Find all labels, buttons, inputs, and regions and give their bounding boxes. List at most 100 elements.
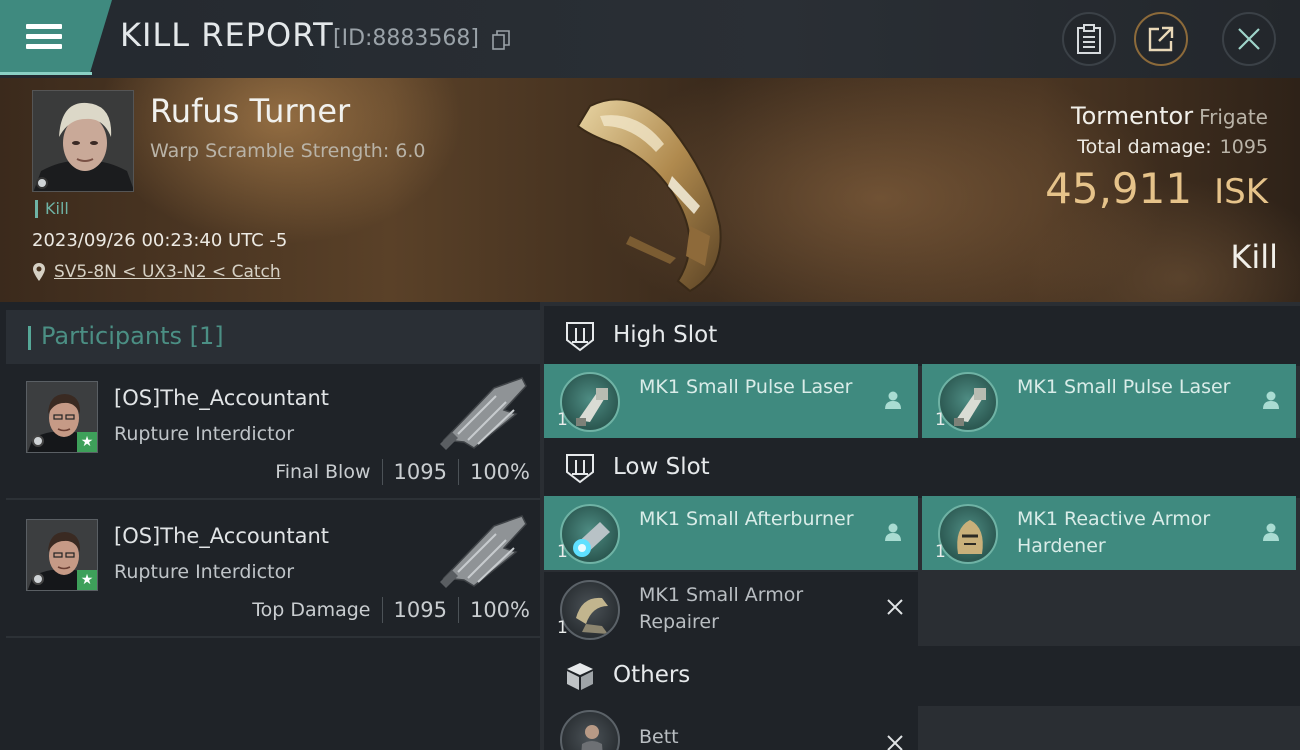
star-icon: ★ [77, 570, 97, 590]
module-quantity: 1 [557, 618, 568, 638]
module-card[interactable]: 1 MK1 Small Pulse Laser [544, 364, 918, 438]
participants-count: [1] [189, 322, 224, 350]
participant-role: Final Blow [275, 461, 371, 483]
module-name: MK1 Reactive Armor Hardener [1017, 508, 1211, 557]
menu-button[interactable] [0, 0, 112, 74]
module-name: MK1 Small Afterburner [639, 508, 854, 530]
participant-ship: Rupture Interdictor [114, 423, 294, 445]
participant-name[interactable]: [OS]The_Accountant [114, 524, 329, 548]
others-header: Others [544, 646, 1300, 706]
total-damage-value: 1095 [1219, 136, 1268, 158]
clipboard-button[interactable] [1062, 12, 1116, 66]
victim-name[interactable]: Rufus Turner [150, 92, 350, 130]
kill-result: Kill [1230, 238, 1278, 276]
victim-ship-name[interactable]: Tormentor [1071, 102, 1193, 130]
isk-value: 45,911 [1045, 164, 1193, 213]
kill-location[interactable]: SV5-8N < UX3-N2 < Catch [32, 262, 281, 282]
armor-repairer-icon [560, 580, 620, 640]
victim-ship-image [576, 98, 722, 293]
participant-damage: 1095 [393, 460, 447, 484]
participant-ship-image[interactable] [434, 370, 530, 452]
module-card[interactable]: Bett [544, 702, 918, 750]
participants-header: Participants [1] [6, 310, 540, 364]
low-slot-label: Low Slot [613, 454, 710, 480]
person-icon [1263, 523, 1279, 541]
module-quantity: 1 [557, 410, 568, 430]
top-bar: KILL REPORT [ID:8883568] [0, 0, 1300, 78]
module-name: MK1 Small Armor Repairer [639, 584, 804, 633]
participant-stats: Top Damage 1095 100% [252, 597, 530, 623]
participant-row[interactable]: ★ [OS]The_Accountant Rupture Interdictor… [6, 364, 540, 500]
victim-portrait[interactable] [32, 90, 134, 192]
stats-divider [381, 597, 383, 623]
pulse-laser-icon [938, 372, 998, 432]
close-icon [1238, 28, 1260, 50]
stats-divider [457, 459, 459, 485]
star-icon: ★ [77, 432, 97, 452]
stats-divider [381, 459, 383, 485]
stats-divider [457, 597, 459, 623]
module-name: Bett [639, 726, 679, 748]
total-damage-label: Total damage: [1077, 136, 1212, 158]
fitting-panel: High Slot 1 MK1 Small Pulse Laser 1 MK1 … [540, 302, 1300, 750]
victim-banner: Rufus Turner Warp Scramble Strength: 6.0… [0, 78, 1300, 302]
module-card[interactable]: 1 MK1 Small Afterburner [544, 496, 918, 570]
kill-datetime: 2023/09/26 00:23:40 UTC -5 [32, 230, 288, 251]
isk-unit: ISK [1214, 172, 1268, 212]
participant-avatar[interactable]: ★ [26, 381, 98, 453]
participant-avatar[interactable]: ★ [26, 519, 98, 591]
location-pin-icon [33, 263, 45, 281]
hamburger-icon [26, 24, 62, 50]
module-card[interactable]: 1 MK1 Small Pulse Laser [922, 364, 1296, 438]
corporation-icon [32, 435, 44, 447]
clipboard-icon [1077, 24, 1101, 54]
person-icon [885, 391, 901, 409]
person-icon [1263, 391, 1279, 409]
low-slot-header: Low Slot [544, 438, 1300, 498]
warp-scramble-strength: Warp Scramble Strength: 6.0 [150, 140, 426, 162]
copy-icon[interactable] [492, 30, 510, 50]
menu-accent-line [0, 72, 92, 75]
close-button[interactable] [1222, 12, 1276, 66]
kill-tag: Kill [35, 200, 69, 218]
victim-ship-class: Frigate [1199, 105, 1268, 129]
armor-hardener-icon [938, 504, 998, 564]
pulse-laser-icon [560, 372, 620, 432]
person-icon [885, 523, 901, 541]
low-slot-icon [566, 454, 594, 484]
module-card[interactable]: 1 MK1 Small Armor Repairer [544, 572, 918, 646]
high-slot-label: High Slot [613, 322, 718, 348]
participants-label: Participants [41, 322, 182, 350]
victim-avatar [33, 91, 133, 191]
participant-damage: 1095 [393, 598, 447, 622]
module-name: MK1 Small Pulse Laser [1017, 376, 1231, 398]
participants-accent-bar [28, 326, 31, 350]
module-card[interactable]: 1 MK1 Reactive Armor Hardener [922, 496, 1296, 570]
module-name: MK1 Small Pulse Laser [639, 376, 853, 398]
participants-panel: Participants [1] ★ [OS]The_Accountant Ru… [0, 302, 540, 750]
participant-ship-image[interactable] [434, 508, 530, 590]
participant-stats: Final Blow 1095 100% [275, 459, 530, 485]
high-slot-header: High Slot [544, 306, 1300, 366]
module-quantity: 1 [557, 542, 568, 562]
participant-ship: Rupture Interdictor [114, 561, 294, 583]
ship-summary: Tormentor Frigate Total damage: 1095 45,91… [1045, 102, 1268, 213]
participant-percent: 100% [469, 460, 530, 484]
location-link[interactable]: SV5-8N < UX3-N2 < Catch [54, 262, 281, 282]
participant-role: Top Damage [252, 599, 371, 621]
page-title: KILL REPORT [120, 16, 334, 54]
cube-icon [567, 663, 593, 690]
module-quantity: 1 [935, 542, 946, 562]
share-button[interactable] [1134, 12, 1188, 66]
participant-percent: 100% [469, 598, 530, 622]
high-slot-icon [566, 322, 594, 352]
participant-row[interactable]: ★ [OS]The_Accountant Rupture Interdictor… [6, 502, 540, 638]
destroyed-x-icon [887, 735, 903, 750]
participant-name[interactable]: [OS]The_Accountant [114, 386, 329, 410]
module-quantity: 1 [935, 410, 946, 430]
crew-member-icon [560, 710, 620, 750]
report-id: [ID:8883568] [333, 26, 479, 51]
corporation-icon [32, 573, 44, 585]
afterburner-icon [560, 504, 620, 564]
share-icon [1148, 26, 1174, 52]
